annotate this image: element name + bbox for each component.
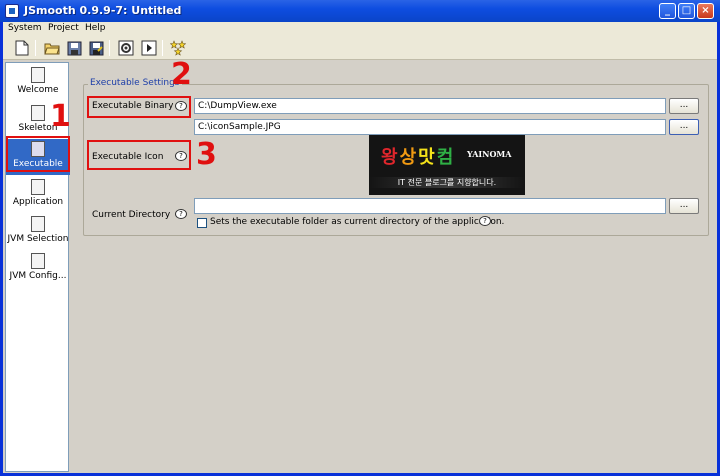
app-window: JSmooth 0.9.9-7: Untitled _ □ × System P… — [0, 0, 720, 476]
executable-icon-highlight-box — [87, 140, 191, 170]
sidebar-item-label: JVM Selection — [7, 234, 69, 244]
icon-preview-korean-logo: 왕상맛컴 — [381, 147, 456, 168]
toolbar-separator — [162, 40, 163, 56]
skeleton-icon — [31, 105, 45, 121]
executable-highlight-box — [6, 136, 70, 172]
sidebar-item-welcome[interactable]: Welcome — [6, 65, 70, 101]
window-title: JSmooth 0.9.9-7: Untitled — [24, 4, 182, 17]
application-icon — [31, 179, 45, 195]
toolbar-separator — [109, 40, 110, 56]
close-button[interactable]: × — [697, 3, 714, 19]
jvm-selection-icon — [31, 216, 45, 232]
minimize-button[interactable]: _ — [659, 3, 676, 19]
executable-icon-field[interactable]: C:\iconSample.JPG — [194, 119, 666, 135]
sidebar-item-label: Welcome — [17, 85, 59, 95]
main-panel: Executable Settings Executable Binary ? … — [73, 62, 717, 472]
jvm-config-icon — [31, 253, 45, 269]
sidebar-item-label: Application — [12, 197, 64, 207]
group-title: Executable Settings — [88, 78, 182, 88]
current-directory-field[interactable] — [194, 198, 666, 214]
sidebar-item-jvm-config[interactable]: JVM Config... — [6, 251, 70, 287]
toolbar — [3, 36, 717, 60]
icon-preview-brand: YAINOMA — [467, 149, 512, 159]
run-icon[interactable] — [140, 39, 158, 57]
browse-binary-button[interactable]: ... — [669, 98, 699, 114]
save-icon[interactable] — [65, 39, 83, 57]
toolbar-separator — [35, 40, 36, 56]
save-as-icon[interactable] — [87, 39, 105, 57]
compile-icon[interactable] — [117, 39, 135, 57]
executable-binary-field[interactable]: C:\DumpView.exe — [194, 98, 666, 114]
menu-project[interactable]: Project — [48, 23, 79, 33]
annotation-number-1: 1 — [50, 99, 71, 134]
menu-system[interactable]: System — [8, 23, 42, 33]
app-icon — [5, 4, 19, 18]
help-icon[interactable]: ? — [479, 216, 491, 226]
help-icon[interactable]: ? — [175, 209, 187, 219]
menu-bar: System Project Help — [3, 22, 717, 36]
maximize-button[interactable]: □ — [678, 3, 695, 19]
current-directory-label: Current Directory — [92, 210, 171, 220]
sidebar-item-application[interactable]: Application — [6, 177, 70, 213]
title-bar[interactable]: JSmooth 0.9.9-7: Untitled _ □ × — [0, 0, 720, 22]
annotation-number-2: 2 — [171, 57, 192, 92]
menu-help[interactable]: Help — [85, 23, 106, 33]
open-icon[interactable] — [43, 39, 61, 57]
sidebar-item-label: JVM Config... — [9, 271, 67, 281]
wizard-icon[interactable] — [169, 39, 187, 57]
browse-icon-button[interactable]: ... — [669, 119, 699, 135]
annotation-number-3: 3 — [196, 137, 217, 172]
checkbox-label: Sets the executable folder as current di… — [210, 217, 505, 227]
browse-directory-button[interactable]: ... — [669, 198, 699, 214]
executable-binary-highlight-box — [87, 96, 191, 118]
icon-preview-tagline: IT 전문 블로그를 지향합니다. — [369, 177, 525, 188]
executable-folder-checkbox[interactable] — [197, 218, 207, 228]
icon-preview-image: 왕상맛컴 YAINOMA IT 전문 블로그를 지향합니다. — [369, 135, 525, 195]
welcome-icon — [31, 67, 45, 83]
new-icon[interactable] — [13, 39, 31, 57]
sidebar-item-jvm-selection[interactable]: JVM Selection — [6, 214, 70, 250]
